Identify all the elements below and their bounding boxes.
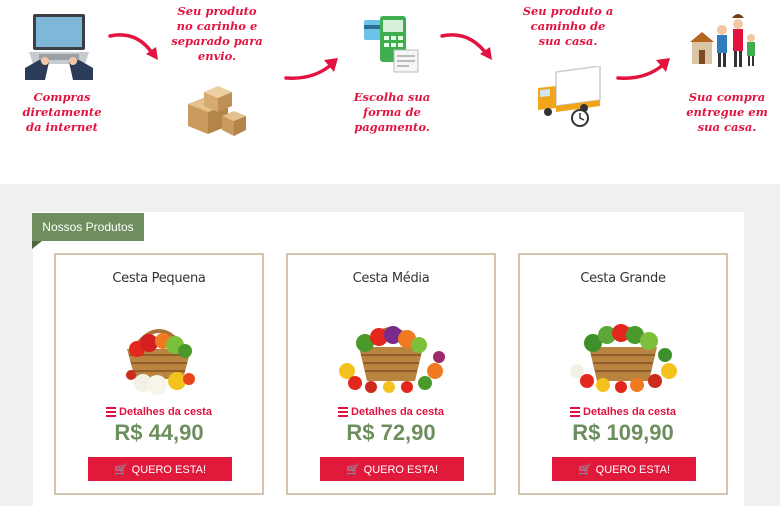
section-tab: Nossos Produtos	[32, 213, 144, 241]
basket-large-image	[570, 324, 677, 393]
product-title: Cesta Pequena	[112, 271, 206, 286]
boxes-icon	[188, 86, 246, 136]
process-steps: Compras diretamente da internet Seu prod…	[0, 0, 780, 184]
buy-button-label: QUERO ESTA!	[363, 464, 439, 476]
basket-details-link[interactable]: Detalhes da cesta	[288, 405, 494, 419]
cart-icon: 🛒	[577, 464, 592, 476]
basket-small-image	[126, 329, 195, 395]
arrow-icon	[616, 58, 670, 80]
arrow-icon	[284, 58, 338, 80]
step-text-3: Escolha sua forma de pagamento.	[353, 90, 431, 134]
basket-medium-image	[339, 326, 445, 393]
buy-button[interactable]: 🛒 QUERO ESTA!	[88, 457, 232, 481]
product-price: R$ 72,90	[346, 420, 436, 445]
product-title: Cesta Média	[352, 271, 430, 286]
family-house-icon	[690, 14, 755, 67]
details-label: Detalhes da cesta	[351, 405, 444, 418]
payment-terminal-icon	[364, 16, 419, 73]
step-text-2: Seu produto no carinho e separado para e…	[171, 4, 263, 63]
step-text-4: Seu produto a caminho de sua casa.	[522, 4, 614, 48]
list-icon	[338, 405, 349, 419]
laptop-hands-icon	[25, 14, 93, 80]
product-title: Cesta Grande	[580, 271, 666, 286]
product-price: R$ 109,90	[572, 420, 674, 445]
arrow-icon	[440, 33, 492, 60]
tab-fold	[32, 241, 42, 249]
buy-button-label: QUERO ESTA!	[131, 464, 207, 476]
basket-details-link[interactable]: Detalhes da cesta	[520, 405, 726, 419]
buy-button[interactable]: 🛒 QUERO ESTA!	[320, 457, 464, 481]
product-card-medium: Cesta Média Detalhes da cesta R$ 72,90 🛒…	[286, 253, 496, 495]
details-label: Detalhes da cesta	[119, 405, 212, 418]
details-label: Detalhes da cesta	[583, 405, 676, 418]
product-card-large: Cesta Grande Detalhes da cesta R$ 109,90…	[518, 253, 728, 495]
cart-icon: 🛒	[345, 464, 360, 476]
step-text-1: Compras diretamente da internet	[22, 90, 102, 134]
delivery-truck-icon	[538, 66, 601, 127]
list-icon	[570, 405, 581, 419]
list-icon	[106, 405, 117, 419]
product-card-small: Cesta Pequena Detalhes da cesta R$ 44,90…	[54, 253, 264, 495]
cart-icon: 🛒	[113, 464, 128, 476]
basket-details-link[interactable]: Detalhes da cesta	[56, 405, 262, 419]
buy-button[interactable]: 🛒 QUERO ESTA!	[552, 457, 696, 481]
buy-button-label: QUERO ESTA!	[595, 464, 671, 476]
arrow-icon	[108, 33, 158, 60]
step-text-5: Sua compra entregue em sua casa.	[686, 90, 768, 134]
product-price: R$ 44,90	[114, 420, 204, 445]
